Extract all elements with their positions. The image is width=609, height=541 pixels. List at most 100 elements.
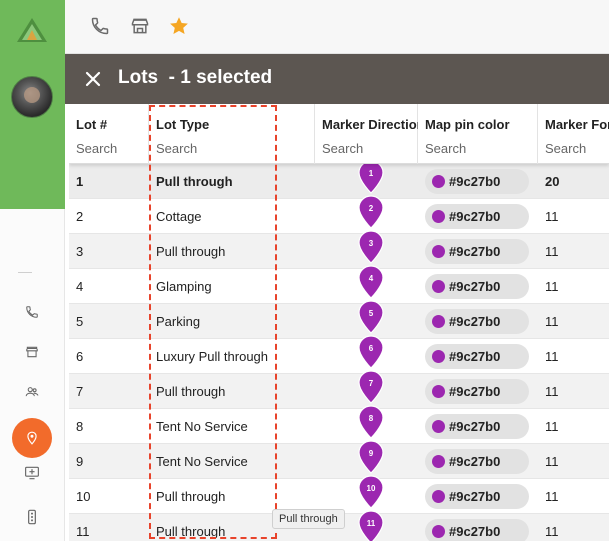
table-row[interactable]: 5 Parking 5 #9c27b0 11 bbox=[69, 300, 609, 339]
lot-type-cell: Glamping bbox=[156, 279, 212, 294]
color-chip[interactable]: #9c27b0 bbox=[425, 414, 529, 439]
color-hex-label: #9c27b0 bbox=[449, 279, 501, 294]
column-search-input[interactable]: Search bbox=[425, 141, 466, 156]
map-marker-icon[interactable]: 8 bbox=[358, 405, 384, 439]
column-search-input[interactable]: Search bbox=[545, 141, 586, 156]
lot-type-cell: Tent No Service bbox=[156, 419, 248, 434]
marker-font-cell: 11 bbox=[545, 524, 559, 539]
color-chip[interactable]: #9c27b0 bbox=[425, 309, 529, 334]
color-hex-label: #9c27b0 bbox=[449, 384, 501, 399]
marker-number: 10 bbox=[366, 484, 376, 493]
color-chip[interactable]: #9c27b0 bbox=[425, 344, 529, 369]
color-hex-label: #9c27b0 bbox=[449, 314, 501, 329]
color-hex-label: #9c27b0 bbox=[449, 174, 501, 189]
marker-font-cell: 11 bbox=[545, 454, 559, 469]
marker-font-cell: 11 bbox=[545, 209, 559, 224]
table-row[interactable]: 4 Glamping 4 #9c27b0 11 bbox=[69, 265, 609, 304]
column-search-input[interactable]: Search bbox=[322, 141, 363, 156]
add-to-queue-icon[interactable] bbox=[22, 463, 42, 483]
color-hex-label: #9c27b0 bbox=[449, 209, 501, 224]
column-search-input[interactable]: Search bbox=[156, 141, 197, 156]
people-icon[interactable] bbox=[22, 382, 42, 402]
column-lot-number[interactable]: Lot # Search bbox=[69, 104, 149, 164]
color-chip[interactable]: #9c27b0 bbox=[425, 239, 529, 264]
color-swatch bbox=[432, 175, 445, 188]
color-chip[interactable]: #9c27b0 bbox=[425, 449, 529, 474]
column-map-pin-color[interactable]: Map pin color Search bbox=[418, 104, 538, 164]
lot-type-cell: Pull through bbox=[156, 244, 226, 259]
map-marker-icon[interactable]: 3 bbox=[358, 230, 384, 264]
column-marker-font[interactable]: Marker Font Search bbox=[538, 104, 609, 164]
marker-number: 9 bbox=[368, 449, 374, 458]
map-pin-color-cell: #9c27b0 bbox=[418, 269, 538, 304]
column-marker-direction[interactable]: Marker Direction Search bbox=[315, 104, 418, 164]
marker-number: 6 bbox=[368, 344, 374, 353]
store-icon[interactable] bbox=[22, 342, 42, 362]
color-chip[interactable]: #9c27b0 bbox=[425, 484, 529, 509]
map-pin-color-cell: #9c27b0 bbox=[418, 514, 538, 541]
color-swatch bbox=[432, 455, 445, 468]
map-pin-color-cell: #9c27b0 bbox=[418, 164, 538, 199]
column-lot-type[interactable]: Lot Type Search bbox=[149, 104, 315, 164]
map-marker-icon[interactable]: 7 bbox=[358, 370, 384, 404]
marker-font-cell: 11 bbox=[545, 419, 559, 434]
map-marker-icon[interactable]: 11 bbox=[358, 510, 384, 541]
column-search-input[interactable]: Search bbox=[76, 141, 117, 156]
star-icon[interactable] bbox=[168, 15, 190, 37]
lot-number-cell: 10 bbox=[76, 489, 91, 504]
color-chip[interactable]: #9c27b0 bbox=[425, 204, 529, 229]
color-hex-label: #9c27b0 bbox=[449, 244, 501, 259]
lot-type-cell: Parking bbox=[156, 314, 201, 329]
logo-icon bbox=[17, 18, 47, 42]
map-pin-color-cell: #9c27b0 bbox=[418, 444, 538, 479]
marker-font-cell: 11 bbox=[545, 349, 559, 364]
color-chip[interactable]: #9c27b0 bbox=[425, 519, 529, 541]
color-chip[interactable]: #9c27b0 bbox=[425, 169, 529, 194]
close-icon[interactable] bbox=[83, 69, 103, 89]
color-chip[interactable]: #9c27b0 bbox=[425, 274, 529, 299]
avatar[interactable] bbox=[11, 76, 53, 118]
table-row[interactable]: 2 Cottage 2 #9c27b0 11 bbox=[69, 195, 609, 234]
lot-number-cell: 6 bbox=[76, 349, 84, 364]
column-label: Map pin color bbox=[425, 117, 510, 132]
marker-number: 8 bbox=[368, 414, 374, 423]
map-marker-icon[interactable]: 10 bbox=[358, 475, 384, 509]
color-hex-label: #9c27b0 bbox=[449, 524, 501, 539]
color-chip[interactable]: #9c27b0 bbox=[425, 379, 529, 404]
color-swatch bbox=[432, 350, 445, 363]
color-hex-label: #9c27b0 bbox=[449, 454, 501, 469]
phone-icon[interactable] bbox=[89, 15, 111, 37]
map-pin-color-cell: #9c27b0 bbox=[418, 234, 538, 269]
marker-font-cell: 11 bbox=[545, 384, 559, 399]
marker-number: 2 bbox=[368, 204, 374, 213]
marker-number: 3 bbox=[368, 239, 374, 248]
map-marker-icon[interactable]: 5 bbox=[358, 300, 384, 334]
map-marker-icon[interactable]: 9 bbox=[358, 440, 384, 474]
color-swatch bbox=[432, 490, 445, 503]
traffic-icon[interactable] bbox=[22, 507, 42, 527]
table-row[interactable]: 6 Luxury Pull through 6 #9c27b0 11 bbox=[69, 335, 609, 374]
lot-type-cell: Luxury Pull through bbox=[156, 349, 269, 364]
table-row[interactable]: 9 Tent No Service 9 #9c27b0 11 bbox=[69, 440, 609, 479]
color-swatch bbox=[432, 280, 445, 293]
color-hex-label: #9c27b0 bbox=[449, 349, 501, 364]
location-pin-icon[interactable] bbox=[12, 418, 52, 458]
map-marker-icon[interactable]: 4 bbox=[358, 265, 384, 299]
table-row[interactable]: 8 Tent No Service 8 #9c27b0 11 bbox=[69, 405, 609, 444]
color-swatch bbox=[432, 385, 445, 398]
marker-font-cell: 11 bbox=[545, 489, 559, 504]
color-hex-label: #9c27b0 bbox=[449, 419, 501, 434]
selection-header: Lots - 1 selected bbox=[65, 54, 609, 104]
store-icon[interactable] bbox=[129, 15, 151, 37]
map-pin-color-cell: #9c27b0 bbox=[418, 199, 538, 234]
map-marker-icon[interactable]: 6 bbox=[358, 335, 384, 369]
table-row[interactable]: 7 Pull through 7 #9c27b0 11 bbox=[69, 370, 609, 409]
lot-number-cell: 7 bbox=[76, 384, 84, 399]
table-row[interactable]: 1 Pull through 1 #9c27b0 20 bbox=[69, 160, 609, 199]
column-label: Marker Font bbox=[545, 117, 609, 132]
marker-number: 7 bbox=[368, 379, 374, 388]
map-marker-icon[interactable]: 2 bbox=[358, 195, 384, 229]
phone-icon[interactable] bbox=[22, 302, 42, 322]
rail-brand-area bbox=[0, 0, 65, 209]
table-row[interactable]: 3 Pull through 3 #9c27b0 11 bbox=[69, 230, 609, 269]
